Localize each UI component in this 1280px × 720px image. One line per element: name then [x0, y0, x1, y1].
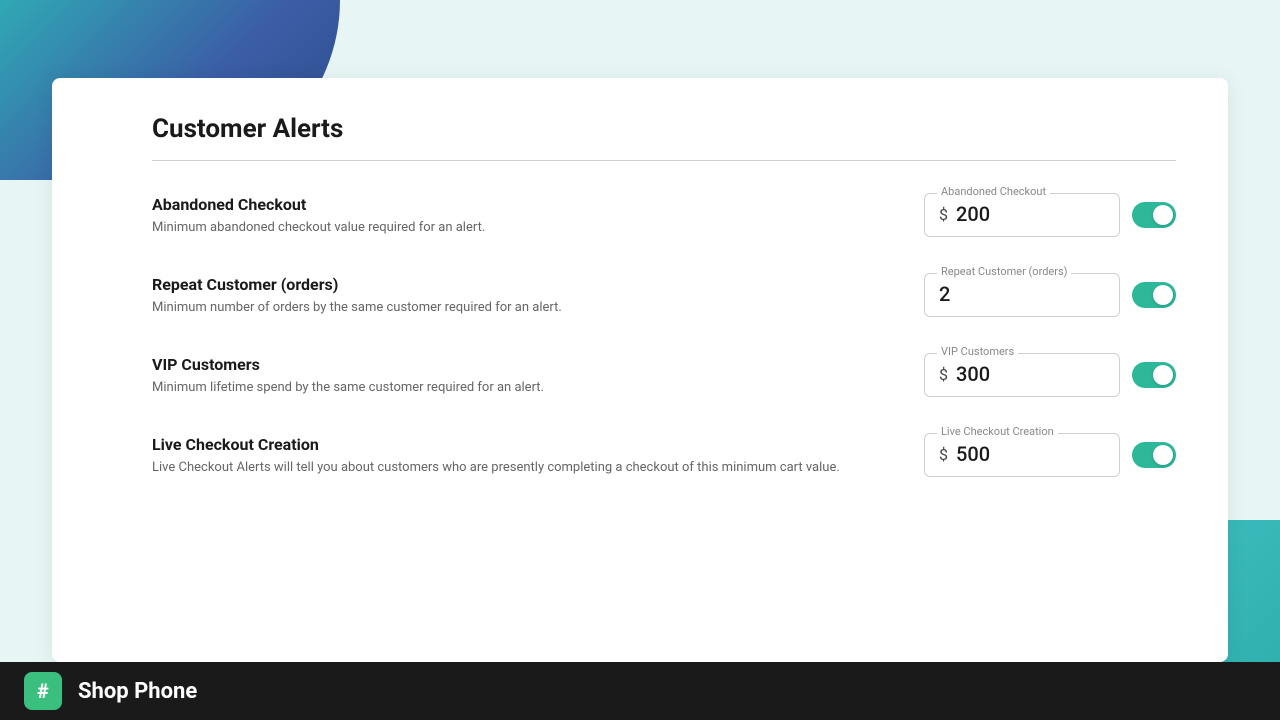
- alert-control-vip-customers: VIP Customers$300: [924, 353, 1176, 397]
- alert-info-abandoned-checkout: Abandoned Checkout Minimum abandoned chec…: [152, 195, 924, 235]
- alert-row-abandoned-checkout: Abandoned Checkout Minimum abandoned chec…: [152, 193, 1176, 237]
- logo-symbol: #: [37, 679, 49, 703]
- toggle-repeat-customer[interactable]: [1132, 282, 1176, 308]
- alert-info-vip-customers: VIP Customers Minimum lifetime spend by t…: [152, 355, 924, 395]
- alert-row-vip-customers: VIP Customers Minimum lifetime spend by t…: [152, 353, 1176, 397]
- fieldset-prefix-live-checkout: $: [939, 445, 948, 464]
- fieldset-prefix-vip-customers: $: [939, 365, 948, 384]
- fieldset-legend-live-checkout: Live Checkout Creation: [937, 425, 1058, 438]
- toggle-track-abandoned-checkout: [1132, 202, 1176, 228]
- toggle-vip-customers[interactable]: [1132, 362, 1176, 388]
- app-name: Shop Phone: [78, 679, 197, 704]
- toggle-thumb-abandoned-checkout: [1153, 205, 1173, 225]
- toggle-track-live-checkout: [1132, 442, 1176, 468]
- fieldset-content-live-checkout: $500: [939, 442, 1105, 466]
- alert-row-live-checkout: Live Checkout Creation Live Checkout Aler…: [152, 433, 1176, 477]
- alert-row-repeat-customer: Repeat Customer (orders) Minimum number o…: [152, 273, 1176, 317]
- logo-icon: #: [24, 672, 62, 710]
- toggle-track-vip-customers: [1132, 362, 1176, 388]
- fieldset-live-checkout[interactable]: Live Checkout Creation$500: [924, 433, 1120, 477]
- alert-title-vip-customers: VIP Customers: [152, 355, 924, 374]
- alert-title-abandoned-checkout: Abandoned Checkout: [152, 195, 924, 214]
- alert-control-live-checkout: Live Checkout Creation$500: [924, 433, 1176, 477]
- fieldset-value-abandoned-checkout: 200: [956, 202, 990, 226]
- toggle-live-checkout[interactable]: [1132, 442, 1176, 468]
- alert-desc-abandoned-checkout: Minimum abandoned checkout value require…: [152, 220, 924, 235]
- alert-desc-vip-customers: Minimum lifetime spend by the same custo…: [152, 380, 924, 395]
- toggle-track-repeat-customer: [1132, 282, 1176, 308]
- main-card: Customer Alerts Abandoned Checkout Minimu…: [52, 78, 1228, 662]
- fieldset-value-vip-customers: 300: [956, 362, 990, 386]
- fieldset-value-repeat-customer: 2: [939, 282, 950, 306]
- alert-title-repeat-customer: Repeat Customer (orders): [152, 275, 924, 294]
- alert-info-live-checkout: Live Checkout Creation Live Checkout Aler…: [152, 435, 924, 475]
- alert-desc-repeat-customer: Minimum number of orders by the same cus…: [152, 300, 924, 315]
- bottom-bar: # Shop Phone: [0, 662, 1280, 720]
- fieldset-abandoned-checkout[interactable]: Abandoned Checkout$200: [924, 193, 1120, 237]
- toggle-thumb-repeat-customer: [1153, 285, 1173, 305]
- fieldset-prefix-abandoned-checkout: $: [939, 205, 948, 224]
- toggle-thumb-live-checkout: [1153, 445, 1173, 465]
- toggle-thumb-vip-customers: [1153, 365, 1173, 385]
- alert-control-abandoned-checkout: Abandoned Checkout$200: [924, 193, 1176, 237]
- fieldset-content-repeat-customer: 2: [939, 282, 1105, 306]
- fieldset-legend-abandoned-checkout: Abandoned Checkout: [937, 185, 1050, 198]
- fieldset-legend-repeat-customer: Repeat Customer (orders): [937, 265, 1071, 278]
- fieldset-vip-customers[interactable]: VIP Customers$300: [924, 353, 1120, 397]
- alert-control-repeat-customer: Repeat Customer (orders)2: [924, 273, 1176, 317]
- page-title: Customer Alerts: [152, 114, 1176, 144]
- alert-desc-live-checkout: Live Checkout Alerts will tell you about…: [152, 460, 924, 475]
- toggle-abandoned-checkout[interactable]: [1132, 202, 1176, 228]
- fieldset-repeat-customer[interactable]: Repeat Customer (orders)2: [924, 273, 1120, 317]
- fieldset-value-live-checkout: 500: [956, 442, 990, 466]
- title-divider: [152, 160, 1176, 161]
- fieldset-content-abandoned-checkout: $200: [939, 202, 1105, 226]
- fieldset-legend-vip-customers: VIP Customers: [937, 345, 1018, 358]
- alerts-container: Abandoned Checkout Minimum abandoned chec…: [152, 193, 1176, 477]
- alert-title-live-checkout: Live Checkout Creation: [152, 435, 924, 454]
- fieldset-content-vip-customers: $300: [939, 362, 1105, 386]
- alert-info-repeat-customer: Repeat Customer (orders) Minimum number o…: [152, 275, 924, 315]
